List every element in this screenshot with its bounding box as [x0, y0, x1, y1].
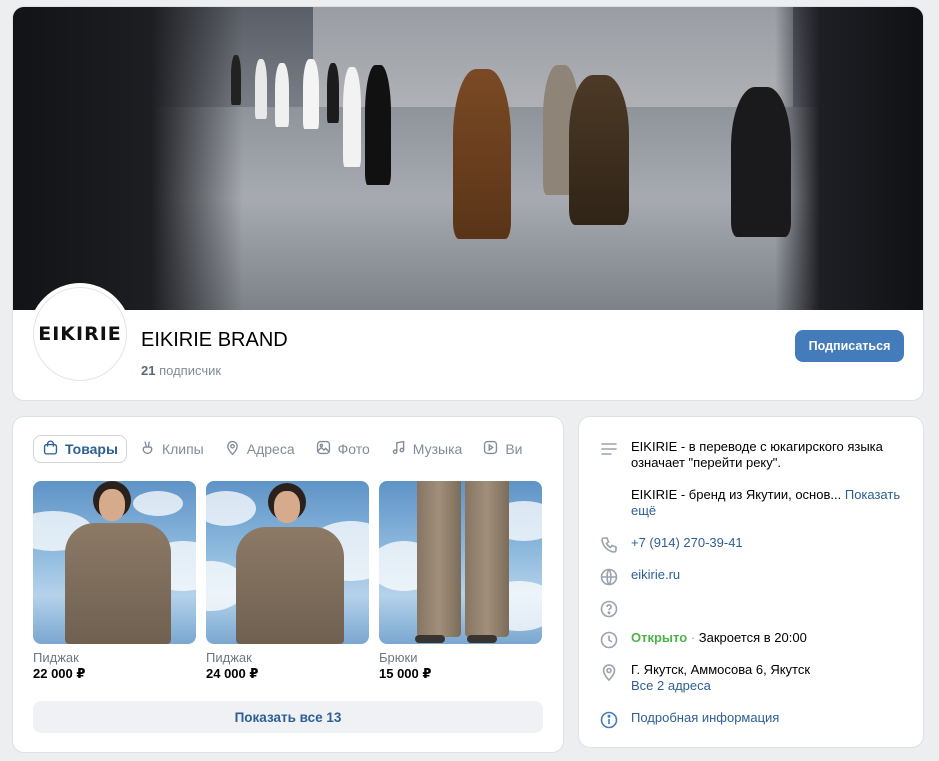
tab-photos[interactable]: Фото [307, 435, 378, 463]
question-icon[interactable] [599, 599, 619, 619]
info-website: eikirie.ru [599, 567, 680, 587]
content-tabs: Товары Клипы Адреса Фото Музыка Ви [33, 435, 563, 465]
product-card[interactable]: Пиджак 22 000 ₽ [33, 481, 196, 682]
tab-label: Адреса [246, 441, 295, 457]
product-image[interactable] [379, 481, 542, 644]
group-header-card: EIKIRIE EIKIRIE BRAND 21 подписчик Подпи… [12, 6, 924, 401]
description-line-2: EIKIRIE - бренд из Якутии, основ... [631, 487, 842, 502]
product-image[interactable] [206, 481, 369, 644]
phone-link[interactable]: +7 (914) 270-39-41 [631, 535, 743, 555]
location-pin-icon [224, 439, 241, 459]
info-card: EIKIRIE - в переводе с юкагирского языка… [578, 416, 924, 748]
tab-label: Ви [505, 441, 523, 457]
cover-model [255, 59, 267, 119]
info-hours: Открыто · Закроется в 20:00 [599, 630, 807, 650]
cover-audience-right [775, 7, 923, 310]
group-avatar[interactable]: EIKIRIE [33, 287, 127, 381]
tab-label: Клипы [161, 441, 204, 457]
info-icon [599, 710, 619, 730]
cover-image[interactable] [13, 7, 923, 310]
cover-model [327, 63, 339, 123]
location-pin-icon [599, 662, 619, 682]
subscribers-count[interactable]: 21 подписчик [141, 363, 221, 378]
cover-model [275, 63, 289, 127]
product-name: Пиджак [206, 650, 252, 665]
status-separator: · [690, 630, 696, 645]
product-image[interactable] [33, 481, 196, 644]
text-lines-icon [599, 439, 619, 459]
phone-icon [599, 535, 619, 555]
photo-icon [315, 439, 332, 459]
cover-model [303, 59, 319, 129]
info-question [599, 599, 619, 619]
product-list: Пиджак 22 000 ₽ Пиджак 24 000 ₽ Брюки 15… [33, 481, 542, 682]
hours-text[interactable]: Открыто · Закроется в 20:00 [631, 630, 807, 650]
description-line-2-wrap: EIKIRIE - бренд из Якутии, основ... Пока… [631, 487, 907, 519]
all-addresses-link[interactable]: Все 2 адреса [631, 678, 810, 694]
music-note-icon [390, 439, 407, 459]
info-phone: +7 (914) 270-39-41 [599, 535, 743, 555]
cover-model [569, 75, 629, 225]
globe-icon [599, 567, 619, 587]
info-address: Г. Якутск, Аммосова 6, Якутск Все 2 адре… [599, 662, 810, 694]
closing-time: Закроется в 20:00 [698, 630, 807, 645]
shopping-bag-icon [42, 439, 59, 459]
content-card: Товары Клипы Адреса Фото Музыка Ви Пиджа… [12, 416, 564, 753]
product-name: Брюки [379, 650, 418, 665]
show-all-products-button[interactable]: Показать все 13 [33, 701, 543, 733]
address-text[interactable]: Г. Якутск, Аммосова 6, Якутск [631, 662, 810, 678]
clock-icon [599, 630, 619, 650]
cover-audience-left [13, 7, 243, 310]
tab-goods[interactable]: Товары [33, 435, 127, 463]
open-status: Открыто [631, 630, 688, 645]
subscribe-button[interactable]: Подписаться [795, 330, 904, 362]
product-name: Пиджак [33, 650, 79, 665]
description-line-1: EIKIRIE - в переводе с юкагирского языка… [631, 439, 883, 470]
tab-clips[interactable]: Клипы [131, 435, 212, 463]
address-block: Г. Якутск, Аммосова 6, Якутск Все 2 адре… [631, 662, 810, 694]
product-card[interactable]: Брюки 15 000 ₽ [379, 481, 542, 682]
tab-addresses[interactable]: Адреса [216, 435, 303, 463]
cover-model [343, 67, 361, 167]
group-name: EIKIRIE BRAND [141, 329, 288, 351]
cover-model [731, 87, 791, 237]
video-icon [482, 439, 499, 459]
cover-model [365, 65, 391, 185]
info-description: EIKIRIE - в переводе с юкагирского языка… [599, 439, 907, 519]
avatar-logo: EIKIRIE [38, 323, 122, 345]
product-price: 15 000 ₽ [379, 666, 432, 681]
subscribers-label: подписчик [159, 363, 222, 378]
tab-label: Товары [65, 441, 118, 457]
cover-model [231, 55, 241, 105]
subscribers-number: 21 [141, 363, 156, 378]
clips-icon [139, 439, 156, 459]
info-more: Подробная информация [599, 710, 779, 730]
tab-videos[interactable]: Ви [474, 435, 530, 463]
product-price: 24 000 ₽ [206, 666, 259, 681]
cover-model [453, 69, 511, 239]
more-info-link[interactable]: Подробная информация [631, 710, 779, 730]
product-price: 22 000 ₽ [33, 666, 86, 681]
tab-music[interactable]: Музыка [382, 435, 471, 463]
description-text: EIKIRIE - в переводе с юкагирского языка… [631, 439, 907, 519]
tab-label: Фото [337, 441, 370, 457]
product-card[interactable]: Пиджак 24 000 ₽ [206, 481, 369, 682]
tab-label: Музыка [412, 441, 463, 457]
website-link[interactable]: eikirie.ru [631, 567, 680, 587]
